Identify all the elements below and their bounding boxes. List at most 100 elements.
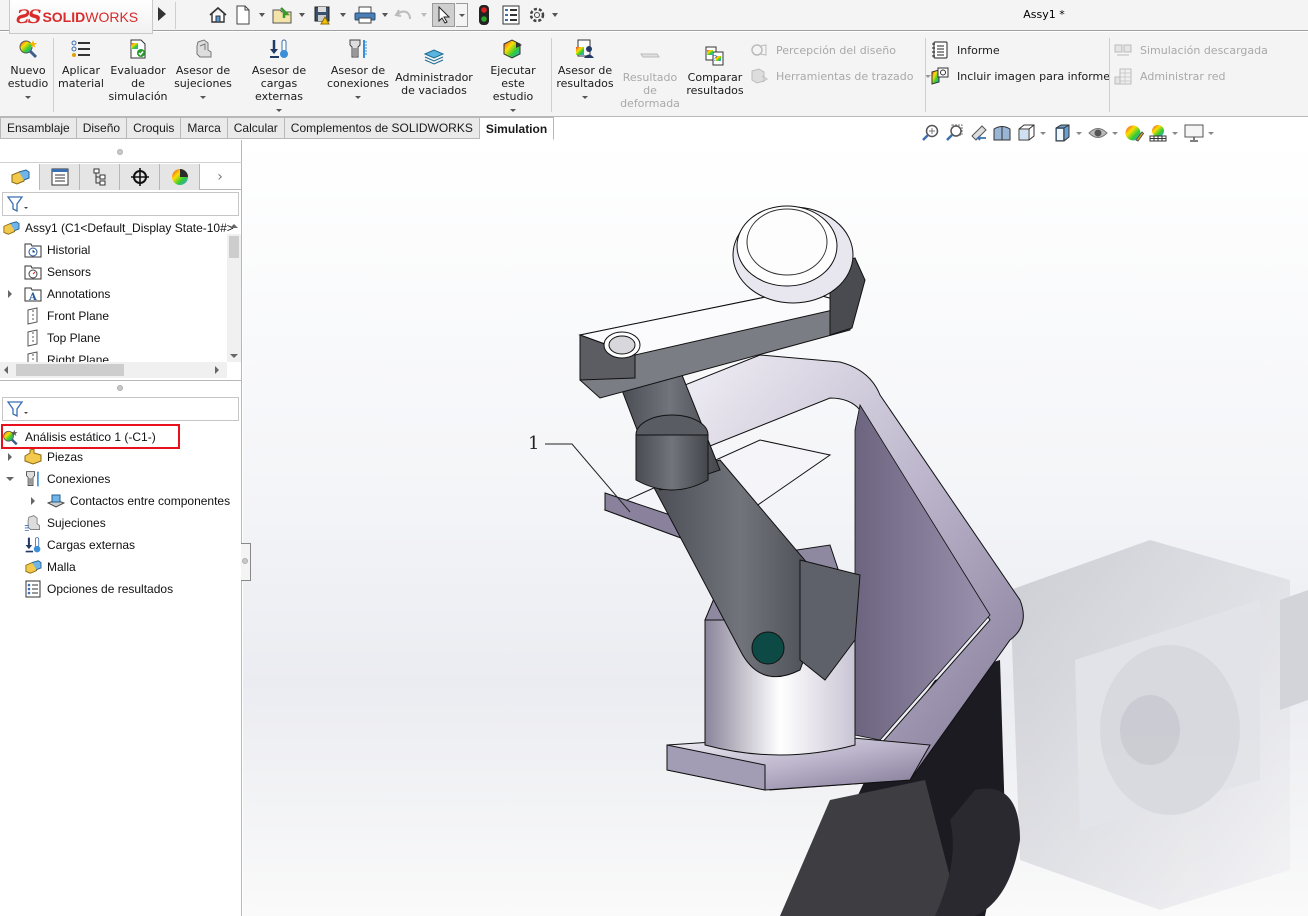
- section-view-button[interactable]: [990, 123, 1014, 143]
- more-tabs-chevron-icon[interactable]: ›: [200, 164, 240, 190]
- featuremanager-tab[interactable]: [0, 164, 40, 190]
- tab-calcular[interactable]: Calcular: [227, 117, 285, 139]
- configurationmanager-tab[interactable]: [80, 164, 120, 190]
- view-orientation-dropdown-icon[interactable]: [1040, 131, 1046, 135]
- incluir-imagen-button[interactable]: Incluir imagen para informe: [931, 66, 1110, 86]
- dropdown-arrow-icon[interactable]: [510, 109, 516, 112]
- sim-tree-item-cargas-externas[interactable]: Cargas externas: [24, 534, 135, 556]
- brand-bold: SOLID: [42, 8, 86, 25]
- feature-tree-vertical-scrollbar[interactable]: [227, 234, 241, 362]
- scroll-right-icon[interactable]: [215, 366, 219, 374]
- display-style-button[interactable]: [1050, 123, 1074, 143]
- administrar-red-button[interactable]: Administrar red: [1114, 66, 1225, 86]
- hide-show-items-button[interactable]: [1086, 123, 1110, 143]
- informe-label: Informe: [957, 43, 1000, 57]
- evaluador-simulacion-button[interactable]: Evaluador de simulación: [108, 38, 168, 103]
- sim-tree-item-malla[interactable]: Malla: [24, 556, 76, 578]
- dropdown-arrow-icon[interactable]: [582, 96, 588, 99]
- propertymanager-tab[interactable]: [40, 164, 80, 190]
- dropdown-arrow-icon[interactable]: [200, 96, 206, 99]
- sim-tree-item-conexiones[interactable]: Conexiones: [24, 468, 110, 490]
- feature-tree-filter[interactable]: [2, 192, 239, 216]
- graphics-area[interactable]: 1: [243, 140, 1308, 916]
- expand-icon[interactable]: [8, 290, 12, 298]
- tree-item-label: Conexiones: [47, 472, 111, 486]
- simulacion-descargada-button[interactable]: Simulación descargada: [1114, 40, 1268, 60]
- dimxpert-tab[interactable]: [120, 164, 160, 190]
- collapse-grip: [242, 558, 248, 564]
- sim-tree-item-opciones-resultados[interactable]: Opciones de resultados: [24, 578, 173, 600]
- tab-complementos[interactable]: Complementos de SOLIDWORKS: [284, 117, 480, 139]
- comparar-resultados-button[interactable]: ? Comparar resultados: [685, 45, 745, 97]
- resultado-deformada-button[interactable]: Resultado de deformada: [619, 45, 681, 110]
- sim-tree-item-sujeciones[interactable]: Sujeciones: [24, 512, 106, 534]
- aplicar-material-button[interactable]: Aplicar material: [58, 38, 104, 90]
- scroll-up-icon[interactable]: [230, 224, 238, 228]
- feature-tree-horizontal-scrollbar[interactable]: [0, 362, 227, 378]
- herramientas-trazado-button[interactable]: Herramientas de trazado: [750, 66, 932, 86]
- hide-show-dropdown-icon[interactable]: [1112, 131, 1118, 135]
- panel-collapse-handle[interactable]: [241, 543, 251, 581]
- previous-view-button[interactable]: [966, 123, 990, 143]
- apply-scene-button[interactable]: [1146, 123, 1170, 143]
- asesor-conexiones-button[interactable]: Asesor de conexiones: [326, 38, 390, 99]
- scroll-down-icon[interactable]: [230, 354, 238, 358]
- edit-appearance-button[interactable]: [1122, 123, 1146, 143]
- tree-item-historial[interactable]: Historial: [24, 239, 90, 261]
- tab-croquis[interactable]: Croquis: [127, 117, 182, 139]
- asesor-sujeciones-button[interactable]: Asesor de sujeciones: [172, 38, 234, 99]
- tree-root-assembly[interactable]: Assy1 (C1<Default_Display State-10#>: [2, 217, 234, 239]
- tree-item-right-plane[interactable]: Right Plane: [24, 349, 109, 362]
- tree-item-annotations[interactable]: A Annotations: [24, 283, 110, 305]
- pane-splitter-grip[interactable]: [117, 385, 123, 391]
- informe-button[interactable]: Informe: [931, 40, 1000, 60]
- ejecutar-estudio-button[interactable]: Ejecutar este estudio: [477, 38, 549, 112]
- zoom-to-fit-button[interactable]: [918, 123, 942, 143]
- tab-marca[interactable]: Marca: [181, 117, 228, 139]
- display-style-dropdown-icon[interactable]: [1076, 131, 1082, 135]
- tab-simulation[interactable]: Simulation: [479, 117, 555, 140]
- assembly-model[interactable]: [243, 140, 1308, 916]
- dropdown-arrow-icon[interactable]: [25, 96, 31, 99]
- universal-joint-part[interactable]: [649, 459, 861, 756]
- nuevo-estudio-button[interactable]: Nuevo estudio: [6, 38, 50, 99]
- sim-tree-item-contactos[interactable]: Contactos entre componentes: [47, 490, 230, 512]
- svg-text:A: A: [28, 292, 37, 302]
- dropdown-arrow-icon[interactable]: [355, 96, 361, 99]
- displaymanager-tab[interactable]: [160, 164, 200, 190]
- tab-diseno[interactable]: Diseño: [76, 117, 128, 139]
- apply-scene-dropdown-icon[interactable]: [1172, 131, 1178, 135]
- simulation-tree-filter[interactable]: [2, 397, 239, 421]
- zoom-to-fit-icon: [922, 124, 939, 141]
- sim-tree-item-piezas[interactable]: Piezas: [24, 446, 83, 468]
- panel-resize-grip[interactable]: [117, 149, 123, 155]
- scrollbar-thumb[interactable]: [229, 236, 239, 258]
- knob-part[interactable]: [732, 205, 854, 304]
- deformed-result-icon: [640, 53, 660, 58]
- comparar-label: Comparar resultados: [686, 71, 744, 97]
- scrollbar-thumb[interactable]: [16, 364, 124, 376]
- expand-icon[interactable]: [8, 453, 12, 461]
- zoom-to-area-button[interactable]: [942, 123, 966, 143]
- tab-ensamblaje[interactable]: Ensamblaje: [0, 117, 77, 139]
- balloon-label[interactable]: 1: [528, 433, 539, 454]
- percepcion-diseno-button[interactable]: Percepción del diseño: [750, 40, 896, 60]
- dropdown-arrow-icon[interactable]: [276, 109, 282, 112]
- tree-item-front-plane[interactable]: Front Plane: [24, 305, 109, 327]
- administrador-vaciados-button[interactable]: Administrador de vaciados: [394, 45, 474, 97]
- asesor-cargas-externas-button[interactable]: Asesor de cargas externas: [238, 38, 320, 112]
- view-orientation-button[interactable]: [1014, 123, 1038, 143]
- title-bar: ƧS SOLID WORKS Assy1 *: [0, 0, 1308, 34]
- view-settings-button[interactable]: [1182, 123, 1206, 143]
- collapse-icon[interactable]: [6, 477, 14, 481]
- scroll-left-icon[interactable]: [4, 366, 8, 374]
- solidworks-logo[interactable]: ƧS SOLID WORKS: [9, 0, 153, 34]
- view-settings-dropdown-icon[interactable]: [1208, 131, 1214, 135]
- tree-item-sensors[interactable]: Sensors: [24, 261, 91, 283]
- asesor-resultados-button[interactable]: Asesor de resultados: [555, 38, 615, 99]
- feature-manager-panel: › Assy1 (C1<Default_Display State-10#> H…: [0, 140, 242, 916]
- simulation-study-item[interactable]: Análisis estático 1 (-C1-): [2, 426, 156, 448]
- expand-icon[interactable]: [31, 497, 35, 505]
- tree-item-label: Opciones de resultados: [47, 582, 174, 596]
- tree-item-top-plane[interactable]: Top Plane: [24, 327, 100, 349]
